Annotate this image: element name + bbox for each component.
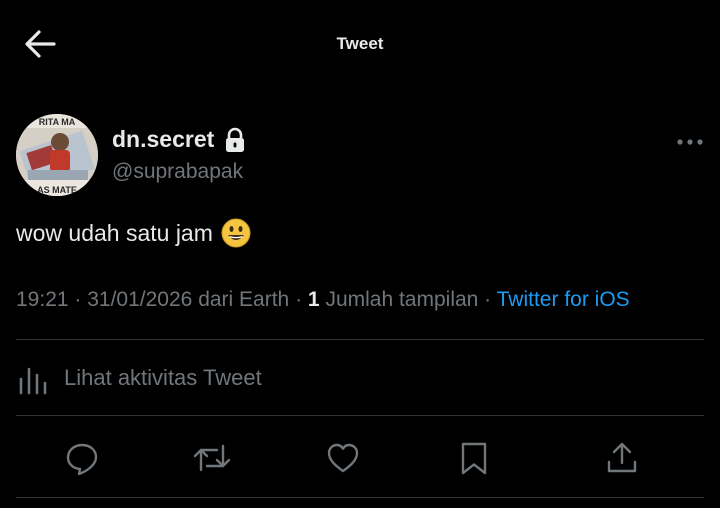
heart-icon [327, 443, 359, 473]
tweet-location: dari Earth [198, 288, 290, 311]
retweet-icon [193, 444, 231, 472]
views-count: 1 [307, 288, 320, 311]
share-button[interactable] [602, 438, 642, 478]
meta-separator: · [289, 288, 308, 311]
avatar-text-top: RITA MA [39, 117, 76, 127]
tweet-activity-button[interactable]: Lihat aktivitas Tweet [16, 350, 704, 406]
like-button[interactable] [323, 438, 363, 478]
divider [16, 497, 704, 498]
author-name-row[interactable]: dn.secret [112, 126, 246, 153]
meta-separator: · [68, 288, 88, 311]
reply-button[interactable] [62, 438, 102, 478]
more-horizontal-icon [677, 139, 703, 145]
tweet-time[interactable]: 19:21 [16, 288, 69, 311]
bookmark-button[interactable] [454, 438, 494, 478]
views-label: Jumlah tampilan [325, 288, 479, 311]
reply-icon [66, 443, 98, 475]
divider [16, 415, 704, 416]
page-title: Tweet [336, 34, 384, 53]
lock-icon [224, 127, 246, 153]
avatar-text-bottom: AS MATE [37, 185, 77, 195]
more-options-button[interactable] [672, 130, 708, 154]
tweet-source-link[interactable]: Twitter for iOS [497, 288, 630, 311]
retweet-button[interactable] [192, 438, 232, 478]
avatar-image: RITA MA AS MATE [16, 114, 98, 196]
meta-separator: · [478, 288, 497, 311]
tweet-date[interactable]: 31/01/2026 [87, 288, 192, 311]
divider [16, 339, 704, 340]
bookmark-icon [461, 442, 487, 475]
tweet-text: wow udah satu jam [16, 218, 251, 248]
share-icon [607, 442, 637, 473]
tweet-meta: 19:21 · 31/01/2026 dari Earth · 1 Jumlah… [16, 288, 630, 312]
analytics-icon [19, 367, 47, 395]
author-handle[interactable]: @suprabapak [112, 160, 243, 184]
tweet-activity-label: Lihat aktivitas Tweet [64, 365, 262, 390]
smiling-face-icon [221, 218, 251, 248]
display-name: dn.secret [112, 126, 215, 152]
tweet-author: RITA MA AS MATE dn.secret @suprabapak [16, 114, 704, 198]
tweet-action-bar [16, 420, 704, 496]
top-bar: Tweet [0, 0, 720, 88]
tweet-body: wow udah satu jam [16, 219, 213, 246]
avatar[interactable]: RITA MA AS MATE [16, 114, 98, 196]
